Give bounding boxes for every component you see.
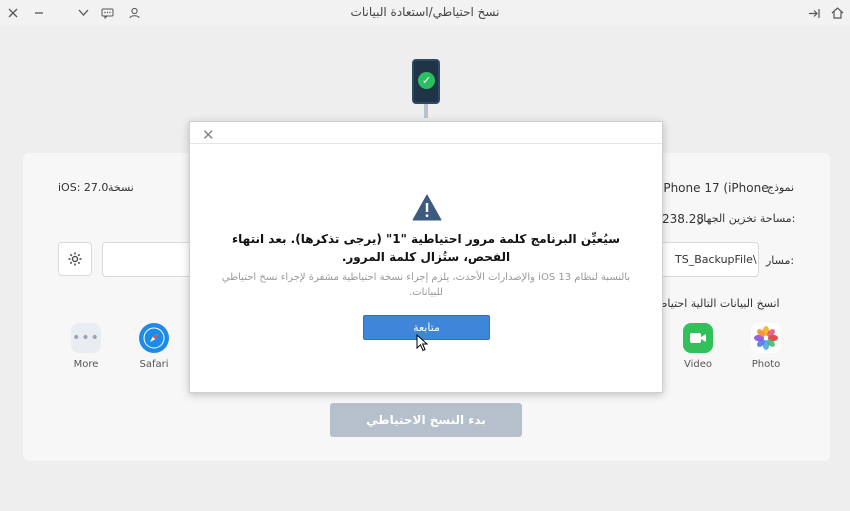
- connected-check-icon: ✓: [418, 72, 435, 89]
- device-illustration: ✓: [412, 59, 440, 104]
- mouse-cursor-icon: [416, 333, 429, 356]
- dialog-note: بالنسبة لنظام iOS 13 والإصدارات الأحدث، …: [221, 272, 631, 298]
- warning-icon: [412, 194, 442, 225]
- storage-label: مساحة تخزين الجهاز:: [698, 212, 796, 225]
- gear-icon: [68, 252, 82, 266]
- app-video[interactable]: Video: [672, 323, 724, 370]
- dialog-message: سيُعيِّن البرنامج كلمة مرور احتياطية "1"…: [232, 232, 620, 264]
- dialog-close-icon[interactable]: ✕: [202, 126, 215, 144]
- photos-icon: [751, 323, 781, 353]
- cable-illustration: [424, 104, 428, 118]
- path-label: مسار:: [766, 254, 795, 267]
- home-icon[interactable]: [828, 4, 846, 22]
- app-more[interactable]: ••• More: [60, 323, 112, 370]
- backup-path-value: TS_BackupFile\: [675, 253, 757, 266]
- window-title: نسخ احتياطي/استعادة البيانات: [350, 5, 500, 19]
- start-backup-button[interactable]: بدء النسخ الاحتياطي: [330, 403, 522, 437]
- app-photo[interactable]: Photo: [740, 323, 792, 370]
- backup-section-label: انسخ البيانات التالية احتياطيا: [652, 297, 780, 310]
- more-icon: •••: [71, 323, 101, 353]
- title-bar: نسخ احتياطي/استعادة البيانات: [0, 0, 850, 26]
- model-label: نموذج: [767, 181, 795, 194]
- settings-button[interactable]: [58, 242, 92, 276]
- version-label: نسخة: [108, 181, 134, 194]
- login-icon[interactable]: [805, 4, 823, 22]
- app-safari[interactable]: Safari: [128, 323, 180, 370]
- model-value: iPhone 17 (iPhone: [660, 181, 769, 195]
- dialog-divider: [190, 143, 662, 144]
- version-value: iOS: 27.0: [58, 181, 109, 194]
- safari-icon: [139, 323, 169, 353]
- facetime-video-icon: [683, 323, 713, 353]
